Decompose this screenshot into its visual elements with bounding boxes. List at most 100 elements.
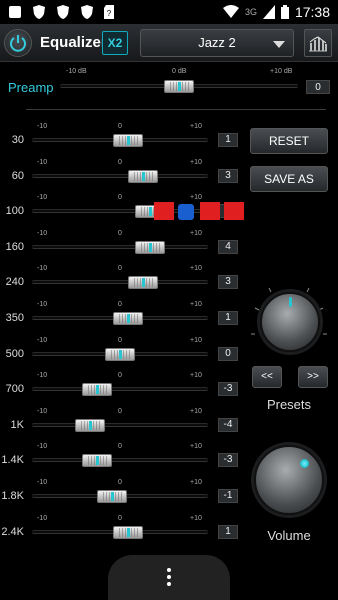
- x2-toggle-button[interactable]: X2: [102, 31, 128, 55]
- band-value: 3: [218, 275, 238, 289]
- band-scale-mid: 0: [118, 194, 122, 201]
- preset-dropdown[interactable]: Jazz 2: [140, 29, 294, 57]
- app-title: Equalizer: [40, 34, 107, 51]
- band-label: 160: [5, 241, 24, 253]
- band-scale-max: +10: [190, 123, 202, 130]
- shield-icon: [57, 5, 69, 19]
- band-slider-track[interactable]: [32, 245, 208, 249]
- band-scale-max: +10: [190, 479, 202, 486]
- shield-icon: [33, 5, 45, 19]
- presets-knob[interactable]: [260, 292, 320, 352]
- band-slider-thumb[interactable]: [113, 312, 143, 325]
- band-value: -1: [218, 489, 238, 503]
- notification-icon: [9, 6, 21, 18]
- band-scale-max: +10: [190, 265, 202, 272]
- band-scale-min: -10: [37, 337, 48, 344]
- power-icon: [10, 35, 26, 52]
- band-value: -3: [218, 453, 238, 467]
- band-scale-min: -10: [37, 230, 48, 237]
- band-scale-max: +10: [190, 301, 202, 308]
- watermark-logo: [154, 202, 244, 220]
- band-scale-mid: 0: [118, 372, 122, 379]
- signal-icon: [262, 5, 275, 19]
- band-value: 3: [218, 169, 238, 183]
- band-slider-track[interactable]: [32, 423, 208, 427]
- band-label: 60: [11, 170, 24, 182]
- band-scale-min: -10: [37, 372, 48, 379]
- band-scale-min: -10: [37, 301, 48, 308]
- band-scale-min: -10: [37, 443, 48, 450]
- band-scale-min: -10: [37, 408, 48, 415]
- navigation-bar: [0, 555, 338, 600]
- band-label: 30: [11, 134, 24, 146]
- band-slider-track[interactable]: [32, 174, 208, 178]
- band-slider-track[interactable]: [32, 387, 208, 391]
- band-value: -3: [218, 382, 238, 396]
- presets-label: Presets: [266, 397, 312, 412]
- band-label: 700: [5, 383, 24, 395]
- band-slider-thumb[interactable]: [128, 276, 158, 289]
- clock: 17:38: [294, 4, 330, 20]
- band-slider-thumb[interactable]: [135, 241, 165, 254]
- band-slider-thumb[interactable]: [105, 348, 135, 361]
- band-slider-thumb[interactable]: [82, 454, 112, 467]
- band-label: 1K: [10, 419, 24, 431]
- band-scale-mid: 0: [118, 230, 122, 237]
- band-slider-thumb[interactable]: [82, 383, 112, 396]
- band-slider-thumb[interactable]: [97, 490, 127, 503]
- overflow-menu-button[interactable]: [108, 555, 230, 600]
- band-scale-min: -10: [37, 515, 48, 522]
- band-label: 100: [5, 205, 24, 217]
- volume-knob[interactable]: [254, 445, 324, 515]
- band-scale-max: +10: [190, 408, 202, 415]
- band-scale-min: -10: [37, 123, 48, 130]
- band-slider-thumb[interactable]: [75, 419, 105, 432]
- band-scale-max: +10: [190, 515, 202, 522]
- band-slider-track[interactable]: [32, 458, 208, 462]
- divider: [26, 109, 326, 110]
- band-slider-thumb[interactable]: [128, 170, 158, 183]
- status-bar: ? 3G 17:38: [0, 0, 338, 24]
- preamp-slider-thumb[interactable]: [164, 80, 194, 93]
- knob-indicator: [300, 459, 309, 468]
- band-label: 1.8K: [1, 490, 24, 502]
- band-label: 500: [5, 348, 24, 360]
- band-label: 1.4K: [1, 454, 24, 466]
- band-scale-min: -10: [37, 479, 48, 486]
- save-as-button[interactable]: SAVE AS: [250, 166, 328, 192]
- wifi-icon: [222, 5, 239, 18]
- band-slider-track[interactable]: [32, 280, 208, 284]
- preamp-value: 0: [306, 80, 330, 94]
- preamp-scale-min: -10 dB: [66, 68, 87, 75]
- overflow-menu-icon: [167, 568, 171, 586]
- band-value: 1: [218, 133, 238, 147]
- band-scale-max: +10: [190, 230, 202, 237]
- band-slider-thumb[interactable]: [113, 134, 143, 147]
- band-label: 2.4K: [1, 526, 24, 538]
- band-value: 0: [218, 347, 238, 361]
- band-scale-max: +10: [190, 372, 202, 379]
- reset-button[interactable]: RESET: [250, 128, 328, 154]
- band-scale-mid: 0: [118, 408, 122, 415]
- band-scale-min: -10: [37, 265, 48, 272]
- band-scale-min: -10: [37, 159, 48, 166]
- band-scale-mid: 0: [118, 159, 122, 166]
- preamp-scale-max: +10 dB: [270, 68, 293, 75]
- band-slider-thumb[interactable]: [113, 526, 143, 539]
- band-scale-max: +10: [190, 159, 202, 166]
- sd-card-icon: ?: [104, 5, 114, 19]
- next-preset-button[interactable]: >>: [298, 366, 328, 388]
- battery-icon: [280, 5, 289, 19]
- band-scale-mid: 0: [118, 479, 122, 486]
- band-value: 1: [218, 525, 238, 539]
- band-scale-mid: 0: [118, 301, 122, 308]
- graph-icon: [309, 36, 327, 52]
- band-scale-max: +10: [190, 337, 202, 344]
- band-value: 1: [218, 311, 238, 325]
- app-bar: Equalizer X2 Jazz 2: [0, 24, 338, 62]
- power-button[interactable]: [4, 29, 32, 57]
- volume-label: Volume: [267, 528, 311, 543]
- preamp-label: Preamp: [8, 80, 54, 95]
- previous-preset-button[interactable]: <<: [252, 366, 282, 388]
- graph-button[interactable]: [304, 29, 332, 57]
